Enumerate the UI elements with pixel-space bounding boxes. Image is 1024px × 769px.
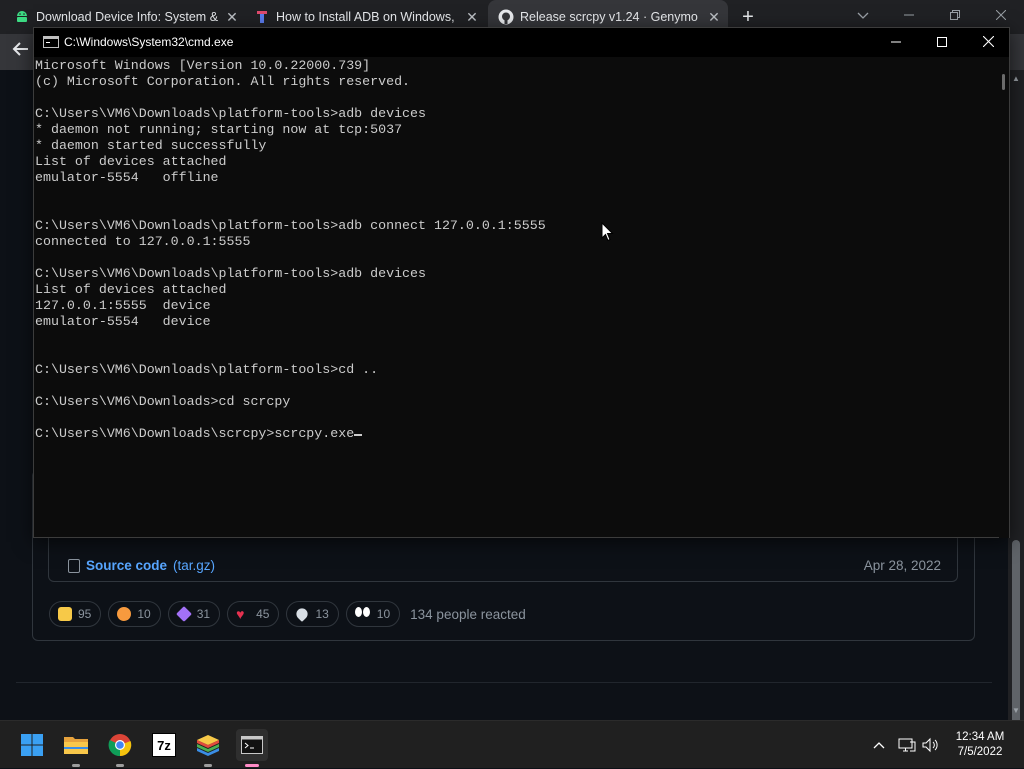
running-indicator bbox=[72, 764, 80, 767]
eyes-icon bbox=[354, 607, 371, 621]
cmd-app-icon bbox=[43, 36, 59, 48]
asset-name[interactable]: Source code bbox=[86, 558, 167, 573]
browser-close-icon[interactable] bbox=[986, 4, 1016, 28]
source-code-tar-link[interactable]: Source code (tar.gz) bbox=[68, 558, 215, 573]
reactions-bar: 95 10 31 ♥ 45 13 10 134 people reacted bbox=[49, 600, 526, 628]
console-line: C:\Users\VM6\Downloads>cd scrcpy bbox=[35, 394, 291, 409]
cmd-window[interactable]: C:\Windows\System32\cmd.exe Microsoft Wi… bbox=[33, 27, 1010, 538]
windows-taskbar: 7z 12:34 AM 7/5/2022 bbox=[0, 720, 1024, 768]
android-icon bbox=[14, 9, 30, 25]
browser-minimize-icon[interactable] bbox=[894, 4, 924, 28]
page-scrollbar[interactable]: ▲ ▼ bbox=[1008, 70, 1024, 755]
volume-icon[interactable] bbox=[920, 721, 942, 769]
cmd-scroll-thumb[interactable] bbox=[1002, 74, 1005, 90]
cmd-title-bar[interactable]: C:\Windows\System32\cmd.exe bbox=[34, 28, 1009, 57]
active-indicator bbox=[245, 764, 259, 767]
cmd-minimize-button[interactable] bbox=[873, 28, 919, 57]
console-line: C:\Users\VM6\Downloads\platform-tools>ad… bbox=[35, 218, 546, 233]
7zip-icon[interactable]: 7z bbox=[148, 729, 180, 761]
reaction-heart[interactable]: ♥ 45 bbox=[227, 601, 280, 627]
console-line: emulator-5554 device bbox=[35, 314, 211, 329]
asset-ext: (tar.gz) bbox=[173, 558, 216, 573]
console-line: List of devices attached bbox=[35, 282, 227, 297]
reaction-count: 10 bbox=[376, 607, 391, 621]
text-cursor bbox=[354, 434, 363, 436]
console-line: C:\Users\VM6\Downloads\platform-tools>cd… bbox=[35, 362, 379, 377]
heart-icon: ♥ bbox=[236, 606, 245, 622]
reaction-hooray[interactable]: 31 bbox=[167, 601, 221, 627]
people-reacted-text: 134 people reacted bbox=[410, 606, 526, 622]
system-clock[interactable]: 12:34 AM 7/5/2022 bbox=[946, 730, 1014, 760]
running-indicator bbox=[116, 764, 124, 767]
console-line: 127.0.0.1:5555 device bbox=[35, 298, 211, 313]
console-line: emulator-5554 offline bbox=[35, 170, 219, 185]
clock-date: 7/5/2022 bbox=[957, 746, 1003, 758]
bluestacks-icon[interactable] bbox=[192, 729, 224, 767]
hooray-icon bbox=[175, 606, 192, 622]
tab-search-icon[interactable] bbox=[848, 4, 878, 28]
file-explorer-icon[interactable] bbox=[60, 729, 92, 767]
asset-date: Apr 28, 2022 bbox=[863, 558, 941, 573]
chrome-icon[interactable] bbox=[104, 729, 136, 767]
github-icon bbox=[498, 9, 514, 25]
reaction-count: 45 bbox=[256, 607, 270, 621]
reaction-count: 95 bbox=[78, 607, 92, 621]
reaction-count: 13 bbox=[315, 607, 329, 621]
cmd-maximize-button[interactable] bbox=[919, 28, 965, 57]
close-tab-icon[interactable]: ✕ bbox=[224, 9, 240, 25]
console-line: * daemon not running; starting now at tc… bbox=[35, 122, 403, 137]
console-line: * daemon started successfully bbox=[35, 138, 267, 153]
console-prompt-text: C:\Users\VM6\Downloads\scrcpy>scrcpy.exe bbox=[35, 426, 355, 441]
cmd-title: C:\Windows\System32\cmd.exe bbox=[64, 35, 234, 49]
scroll-up-icon[interactable]: ▲ bbox=[1012, 74, 1020, 83]
clock-time: 12:34 AM bbox=[955, 731, 1005, 743]
console-output[interactable]: Microsoft Windows [Version 10.0.22000.73… bbox=[34, 58, 999, 538]
cmd-close-button[interactable] bbox=[965, 28, 1011, 57]
reaction-count: 10 bbox=[137, 607, 151, 621]
new-tab-button[interactable]: + bbox=[736, 5, 760, 29]
console-line: connected to 127.0.0.1:5555 bbox=[35, 234, 251, 249]
close-tab-icon[interactable]: ✕ bbox=[706, 9, 722, 25]
terminal-icon[interactable] bbox=[236, 729, 268, 767]
reaction-eyes[interactable]: 10 bbox=[345, 601, 401, 627]
chevron-up-icon[interactable] bbox=[868, 721, 890, 769]
browser-restore-icon[interactable] bbox=[940, 4, 970, 28]
scroll-down-icon[interactable]: ▼ bbox=[1012, 706, 1020, 715]
tab-title: Release scrcpy v1.24 · Genymobil bbox=[520, 10, 698, 24]
console-line: C:\Users\VM6\Downloads\platform-tools>ad… bbox=[35, 266, 426, 281]
reaction-rocket[interactable]: 13 bbox=[286, 601, 339, 627]
mouse-pointer-icon bbox=[601, 221, 615, 242]
reaction-laugh[interactable]: 10 bbox=[108, 601, 161, 627]
cmd-scrollbar[interactable] bbox=[999, 58, 1009, 538]
console-line: Microsoft Windows [Version 10.0.22000.73… bbox=[35, 58, 371, 73]
rocket-icon bbox=[294, 606, 311, 622]
close-tab-icon[interactable]: ✕ bbox=[464, 9, 480, 25]
running-indicator bbox=[204, 764, 212, 767]
console-line: (c) Microsoft Corporation. All rights re… bbox=[35, 74, 411, 89]
thumbs-up-icon bbox=[58, 607, 72, 621]
zip-file-icon bbox=[68, 558, 80, 573]
7zip-label: 7z bbox=[152, 733, 176, 757]
reaction-thumbs-up[interactable]: 95 bbox=[49, 601, 102, 627]
network-icon[interactable] bbox=[896, 721, 918, 769]
console-line: List of devices attached bbox=[35, 154, 227, 169]
back-arrow-icon[interactable] bbox=[8, 40, 34, 66]
site-logo-icon bbox=[254, 9, 270, 25]
console-current-line: C:\Users\VM6\Downloads\scrcpy>scrcpy.exe bbox=[35, 426, 999, 442]
tab-title: How to Install ADB on Windows, bbox=[276, 10, 455, 24]
windows-start-icon[interactable] bbox=[16, 729, 48, 761]
console-line: C:\Users\VM6\Downloads\platform-tools>ad… bbox=[35, 106, 426, 121]
reaction-count: 31 bbox=[196, 607, 211, 621]
page-divider bbox=[16, 682, 992, 683]
tab-title: Download Device Info: System & bbox=[36, 10, 219, 24]
laugh-icon bbox=[117, 607, 132, 621]
